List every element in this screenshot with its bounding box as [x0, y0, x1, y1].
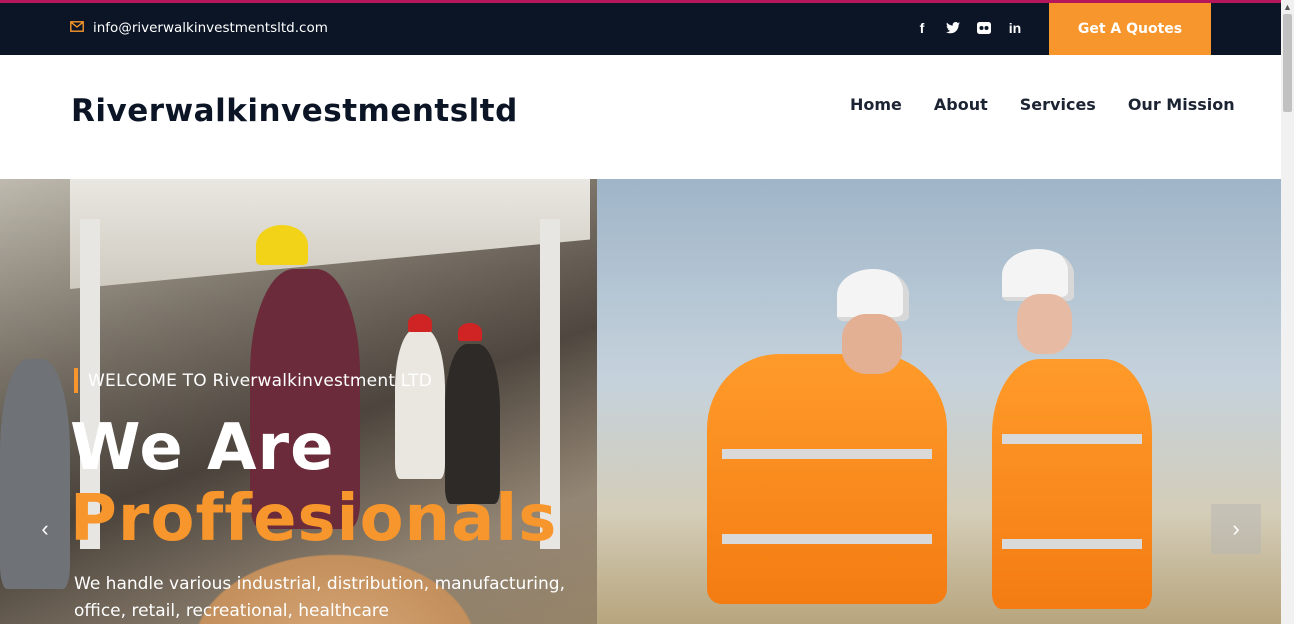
hero-headline-line2: Proffesionals [70, 482, 558, 556]
hero-image-engineers [597, 179, 1281, 624]
worker-figure [395, 329, 445, 479]
reflective-stripe [722, 534, 932, 544]
facebook-icon[interactable]: f [914, 17, 930, 39]
nav-services[interactable]: Services [1020, 95, 1096, 114]
reflective-stripe [1002, 434, 1142, 444]
contact-email[interactable]: info@riverwalkinvestmentsltd.com [70, 19, 328, 37]
slider-prev-button[interactable]: ‹ [20, 504, 70, 554]
worker-figure [0, 359, 70, 589]
top-bar: info@riverwalkinvestmentsltd.com f in Ge… [0, 3, 1281, 55]
welcome-tagline: WELCOME TO Riverwalkinvestment LTD [74, 368, 432, 393]
engineer-face [1017, 294, 1072, 354]
chevron-right-icon: › [1232, 516, 1240, 541]
email-text: info@riverwalkinvestmentsltd.com [93, 20, 328, 36]
site-header: Riverwalkinvestmentsltd Home About Servi… [0, 55, 1281, 179]
get-quotes-button[interactable]: Get A Quotes [1049, 3, 1211, 55]
scroll-up-arrow-icon[interactable]: ▲ [1281, 0, 1294, 14]
hero-description: We handle various industrial, distributi… [74, 574, 565, 621]
nav-home[interactable]: Home [850, 95, 902, 114]
welcome-text: WELCOME TO Riverwalkinvestment LTD [88, 370, 432, 391]
chevron-left-icon: ‹ [41, 516, 49, 541]
red-helmet [408, 314, 432, 332]
nav-our-mission[interactable]: Our Mission [1128, 95, 1235, 114]
flickr-icon[interactable] [976, 17, 992, 39]
page: info@riverwalkinvestmentsltd.com f in Ge… [0, 0, 1294, 624]
envelope-icon [70, 19, 84, 37]
engineer-face [842, 314, 902, 374]
engineer-jacket [992, 359, 1152, 609]
page-scrollbar[interactable]: ▲ [1281, 0, 1294, 624]
engineer-jacket [707, 354, 947, 604]
site-logo[interactable]: Riverwalkinvestmentsltd [71, 93, 518, 129]
hero-slider: WELCOME TO Riverwalkinvestment LTD We Ar… [0, 179, 1281, 624]
hero-image-construction-workers [0, 179, 597, 624]
nav-about[interactable]: About [934, 95, 988, 114]
linkedin-icon[interactable]: in [1007, 17, 1023, 39]
red-helmet [458, 323, 482, 341]
reflective-stripe [722, 449, 932, 459]
reflective-stripe [1002, 539, 1142, 549]
building-roof [70, 179, 590, 289]
tagline-bar [74, 368, 78, 393]
scroll-thumb[interactable] [1283, 14, 1292, 112]
hero-headline-line1: We Are [70, 411, 335, 485]
social-links: f in [914, 17, 1023, 39]
slider-next-button[interactable]: › [1211, 504, 1261, 554]
yellow-helmet [256, 225, 308, 265]
main-nav: Home About Services Our Mission [850, 95, 1235, 114]
worker-figure [445, 344, 500, 504]
twitter-icon[interactable] [945, 17, 961, 39]
